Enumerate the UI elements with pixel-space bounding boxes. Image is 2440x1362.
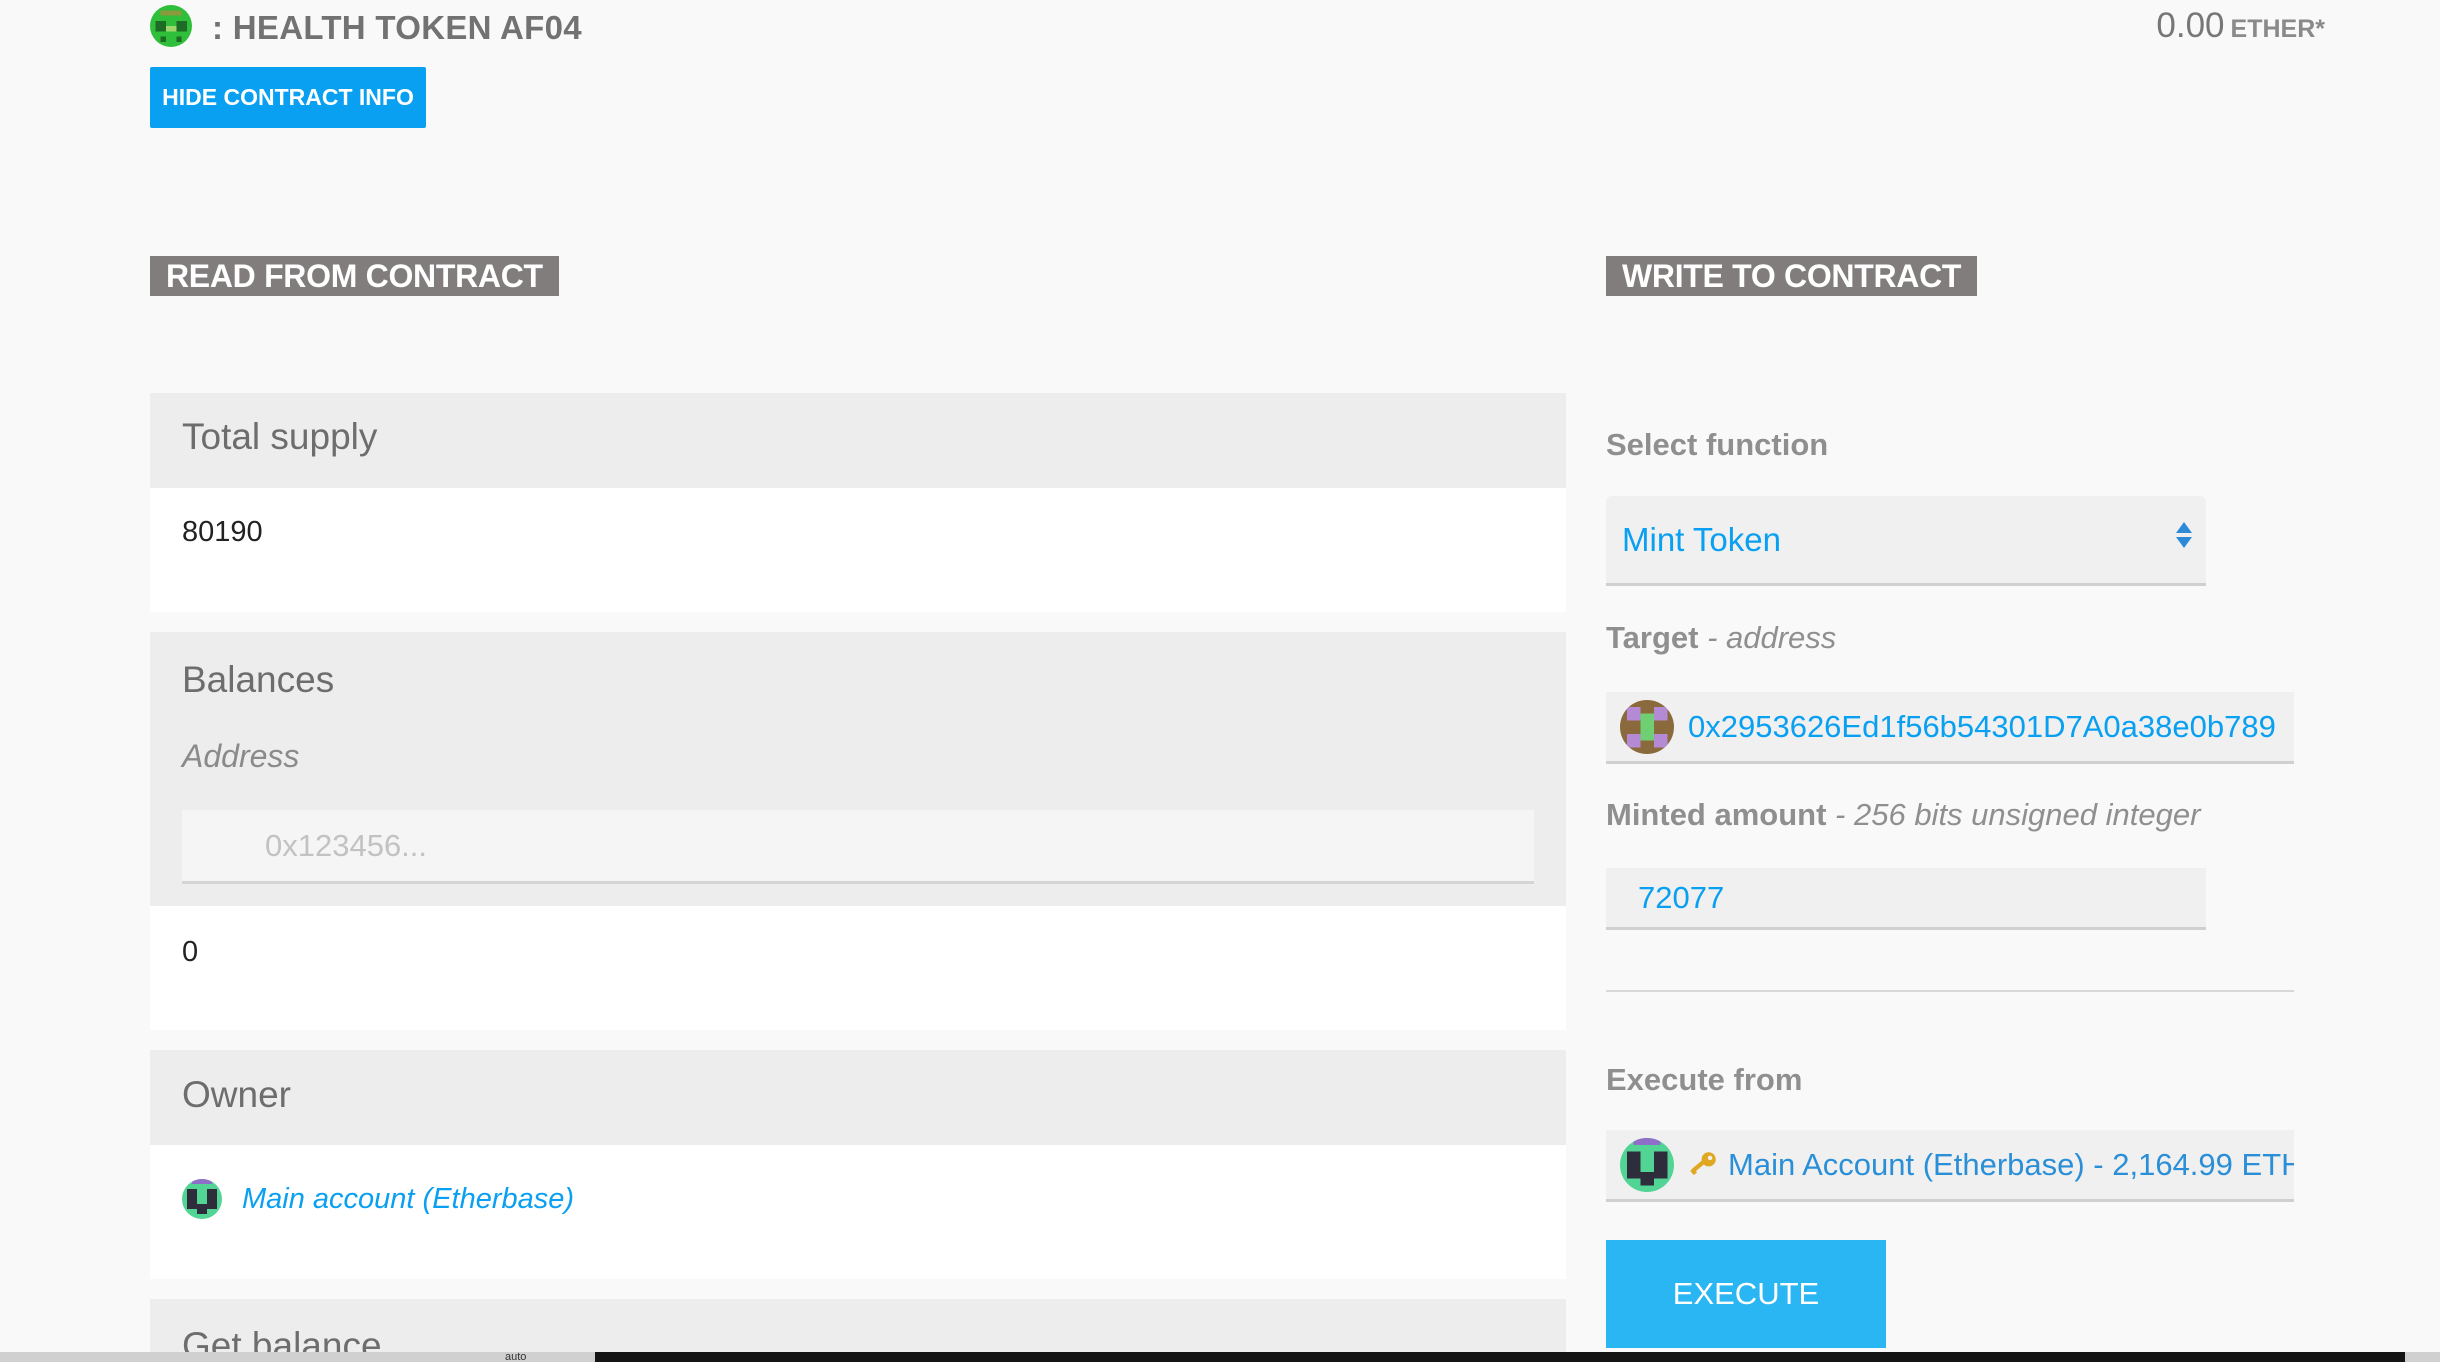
target-label-text: Target — [1606, 620, 1699, 655]
balances-address-label: Address — [182, 738, 300, 774]
balances-address-input[interactable] — [182, 810, 1534, 884]
balances-result: 0 — [150, 906, 1566, 1030]
token-identicon — [150, 5, 192, 47]
hide-contract-info-button[interactable]: HIDE CONTRACT INFO — [150, 67, 426, 128]
target-label: Target - address — [1606, 620, 1836, 656]
target-identicon — [1620, 699, 1674, 754]
execute-from-select[interactable]: Main Account (Etherbase) - 2,164.99 ETHE… — [1606, 1130, 2294, 1202]
taskbar-dark-region — [595, 1352, 2405, 1362]
function-select[interactable]: Mint Token — [1606, 496, 2206, 586]
minted-amount-input[interactable]: 72077 — [1606, 868, 2206, 930]
select-function-label: Select function — [1606, 427, 1829, 462]
owner-identicon — [182, 1179, 222, 1219]
ether-balance: 0.00 ETHER* — [2156, 6, 2325, 49]
total-supply-header: Total supply — [150, 393, 1566, 488]
owner-title: Owner — [182, 1074, 291, 1115]
taskbar-item[interactable]: auto — [505, 1352, 526, 1362]
owner-result: Main account (Etherbase) — [150, 1145, 1566, 1279]
execute-from-label: Execute from — [1606, 1062, 1803, 1097]
balance-unit: ETHER* — [2230, 15, 2325, 43]
write-section-heading: WRITE TO CONTRACT — [1606, 256, 1978, 296]
minted-amount-type: - 256 bits unsigned integer — [1835, 797, 2201, 832]
balances-header: Balances Address — [150, 632, 1566, 906]
minted-amount-label: Minted amount - 256 bits unsigned intege… — [1606, 797, 2200, 833]
owner-row: Main account (Etherbase) — [182, 1179, 574, 1219]
minted-amount-label-text: Minted amount — [1606, 797, 1827, 832]
total-supply-title: Total supply — [182, 416, 378, 457]
execute-from-value: Main Account (Etherbase) - 2,164.99 ETHE… — [1728, 1146, 2294, 1182]
owner-account-link[interactable]: Main account (Etherbase) — [242, 1183, 574, 1216]
balances-title: Balances — [182, 659, 335, 700]
owner-header: Owner — [150, 1050, 1566, 1145]
target-type: - address — [1707, 620, 1837, 655]
account-identicon — [1620, 1137, 1674, 1192]
balance-value: 0.00 — [2156, 6, 2225, 45]
minted-amount-value: 72077 — [1638, 879, 1725, 915]
select-arrows-icon — [2176, 522, 2192, 548]
total-supply-result: 80190 — [150, 488, 1566, 612]
selected-function: Mint Token — [1622, 520, 1781, 558]
target-address-value: 0x2953626Ed1f56b54301D7A0a38e0b789 — [1688, 708, 2276, 744]
key-icon — [1690, 1151, 1716, 1175]
target-address-input[interactable]: 0x2953626Ed1f56b54301D7A0a38e0b789 — [1606, 692, 2294, 764]
execute-button[interactable]: EXECUTE — [1606, 1240, 1886, 1348]
read-section-heading: READ FROM CONTRACT — [150, 256, 559, 296]
get-balance-header: Get balance — [150, 1299, 1566, 1359]
token-title: : HEALTH TOKEN AF04 — [212, 9, 582, 46]
total-supply-value: 80190 — [182, 516, 263, 548]
form-divider — [1606, 990, 2294, 992]
balances-value: 0 — [182, 936, 199, 968]
